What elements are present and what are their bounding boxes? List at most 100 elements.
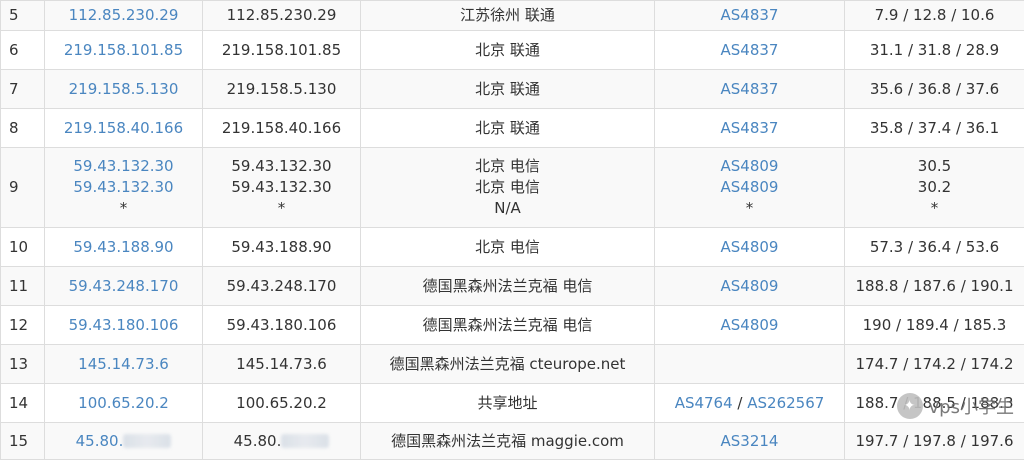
- rtt-text: 190 / 189.4 / 185.3: [863, 316, 1007, 334]
- ip-link[interactable]: 219.158.5.130: [69, 80, 179, 98]
- ip-link[interactable]: 59.43.248.170: [69, 277, 179, 295]
- ip-link[interactable]: 219.158.40.166: [64, 119, 183, 137]
- rtt-cell: 35.8 / 37.4 / 36.1: [845, 109, 1024, 148]
- rtt-text: 35.8 / 37.4 / 36.1: [870, 119, 999, 137]
- location-cell: 北京 联通: [361, 109, 655, 148]
- location-text: 共享地址: [477, 394, 537, 412]
- ip-cell: 59.43.248.170: [203, 267, 361, 306]
- ip-link[interactable]: 219.158.101.85: [64, 41, 183, 59]
- rtt-text: 35.6 / 36.8 / 37.6: [870, 80, 999, 98]
- hop-cell: 11: [1, 267, 45, 306]
- ip-text: 59.43.188.90: [231, 238, 331, 256]
- table-row: 1545.80.45.80.德国黑森州法兰克福 maggie.comAS3214…: [1, 423, 1024, 460]
- ip-text: 219.158.40.166: [222, 119, 341, 137]
- asn-link[interactable]: AS4837: [721, 80, 779, 98]
- hop-cell: 9: [1, 148, 45, 228]
- asn-separator: /: [733, 394, 748, 412]
- table-row: 959.43.132.3059.43.132.30*59.43.132.3059…: [1, 148, 1024, 228]
- location-cell: 江苏徐州 联通: [361, 1, 655, 31]
- asn-link[interactable]: AS4809: [721, 277, 779, 295]
- location-cell: 德国黑森州法兰克福 电信: [361, 306, 655, 345]
- hop-cell: 7: [1, 70, 45, 109]
- ip-text: 59.43.132.30: [231, 157, 331, 175]
- ip-cell: 112.85.230.29: [203, 1, 361, 31]
- hop-number: 7: [9, 80, 19, 98]
- hop-cell: 6: [1, 31, 45, 70]
- hop-cell: 13: [1, 345, 45, 384]
- location-cell: 北京 联通: [361, 70, 655, 109]
- rtt-cell: 197.7 / 197.8 / 197.6: [845, 423, 1024, 460]
- hop-number: 12: [9, 316, 28, 334]
- hop-cell: 8: [1, 109, 45, 148]
- table-row: 14 100.65.20.2 100.65.20.2 共享地址 AS4764 / AS2…: [1, 384, 1024, 423]
- ip-cell: 59.43.188.90: [203, 228, 361, 267]
- ip-link-cell: 45.80.: [45, 423, 203, 460]
- asn-cell: AS4837: [655, 31, 845, 70]
- hop-number: 9: [9, 178, 19, 196]
- hop-cell: 10: [1, 228, 45, 267]
- ip-link-cell: 219.158.40.166: [45, 109, 203, 148]
- hop-cell: 14: [1, 384, 45, 423]
- asn-link: *: [746, 199, 754, 217]
- asn-link[interactable]: AS4837: [721, 41, 779, 59]
- location-text: 北京 联通: [475, 80, 540, 98]
- rtt-cell: 35.6 / 36.8 / 37.6: [845, 70, 1024, 109]
- rtt-cell: 57.3 / 36.4 / 53.6: [845, 228, 1024, 267]
- asn-cell: AS4764 / AS262567: [655, 384, 845, 423]
- ip-link[interactable]: 59.43.132.30: [73, 178, 173, 196]
- ip-link-cell: 219.158.101.85: [45, 31, 203, 70]
- asn-link[interactable]: AS4809: [721, 157, 779, 175]
- asn-link[interactable]: AS262567: [747, 394, 824, 412]
- location-text: 北京 电信: [475, 178, 540, 196]
- ip-link-cell: 59.43.248.170: [45, 267, 203, 306]
- ip-cell: 145.14.73.6: [203, 345, 361, 384]
- ip-link[interactable]: 59.43.132.30: [73, 157, 173, 175]
- table-row: 5112.85.230.29112.85.230.29江苏徐州 联通AS4837…: [1, 1, 1024, 31]
- ip-link-cell: 145.14.73.6: [45, 345, 203, 384]
- ip-text: 59.43.180.106: [227, 316, 337, 334]
- rtt-cell: 31.1 / 31.8 / 28.9: [845, 31, 1024, 70]
- asn-link[interactable]: AS4837: [721, 119, 779, 137]
- asn-link[interactable]: AS4809: [721, 238, 779, 256]
- ip-text: *: [278, 199, 286, 217]
- ip-link[interactable]: 145.14.73.6: [78, 355, 169, 373]
- location-cell: 北京 联通: [361, 31, 655, 70]
- ip-link[interactable]: 45.80.: [76, 432, 124, 450]
- hop-number: 14: [9, 394, 28, 412]
- ip-link[interactable]: 100.65.20.2: [78, 394, 169, 412]
- hop-number: 6: [9, 41, 19, 59]
- ip-text: 59.43.248.170: [227, 277, 337, 295]
- rtt-text: 188.7 / 188.5 / 188.3: [855, 394, 1013, 412]
- asn-cell: [655, 345, 845, 384]
- location-text: 北京 联通: [475, 119, 540, 137]
- ip-cell: 219.158.5.130: [203, 70, 361, 109]
- rtt-cell: 188.7 / 188.5 / 188.3: [845, 384, 1024, 423]
- table-row: 10 59.43.188.90 59.43.188.90 北京 电信 AS4809 57.…: [1, 228, 1024, 267]
- location-cell: 德国黑森州法兰克福 cteurope.net: [361, 345, 655, 384]
- location-text: 北京 电信: [475, 238, 540, 256]
- ip-text: 100.65.20.2: [236, 394, 327, 412]
- rtt-cell: 188.8 / 187.6 / 190.1: [845, 267, 1024, 306]
- ip-link[interactable]: 59.43.180.106: [69, 316, 179, 334]
- table-row: 13145.14.73.6145.14.73.6德国黑森州法兰克福 cteuro…: [1, 345, 1024, 384]
- ip-cell: 59.43.180.106: [203, 306, 361, 345]
- table-row: 11 59.43.248.170 59.43.248.170 德国黑森州法兰克福 电信…: [1, 267, 1024, 306]
- asn-cell: AS4837: [655, 109, 845, 148]
- ip-link[interactable]: 59.43.188.90: [73, 238, 173, 256]
- asn-link[interactable]: AS4809: [721, 178, 779, 196]
- asn-link[interactable]: AS4764: [675, 394, 733, 412]
- table-row: 7 219.158.5.130 219.158.5.130 北京 联通 AS4837 35…: [1, 70, 1024, 109]
- asn-link[interactable]: AS3214: [721, 432, 779, 450]
- ip-link-cell: 112.85.230.29: [45, 1, 203, 31]
- location-text: 德国黑森州法兰克福 电信: [423, 277, 593, 295]
- location-cell: 共享地址: [361, 384, 655, 423]
- rtt-text: 197.7 / 197.8 / 197.6: [855, 432, 1013, 450]
- rtt-text: 30.5: [918, 157, 951, 175]
- ip-link[interactable]: 112.85.230.29: [69, 6, 179, 24]
- asn-link[interactable]: AS4837: [721, 6, 779, 24]
- rtt-cell: 174.7 / 174.2 / 174.2: [845, 345, 1024, 384]
- asn-cell: AS4809: [655, 267, 845, 306]
- table-row: 12 59.43.180.106 59.43.180.106 德国黑森州法兰克福 电信…: [1, 306, 1024, 345]
- location-cell: 北京 电信: [361, 228, 655, 267]
- asn-link[interactable]: AS4809: [721, 316, 779, 334]
